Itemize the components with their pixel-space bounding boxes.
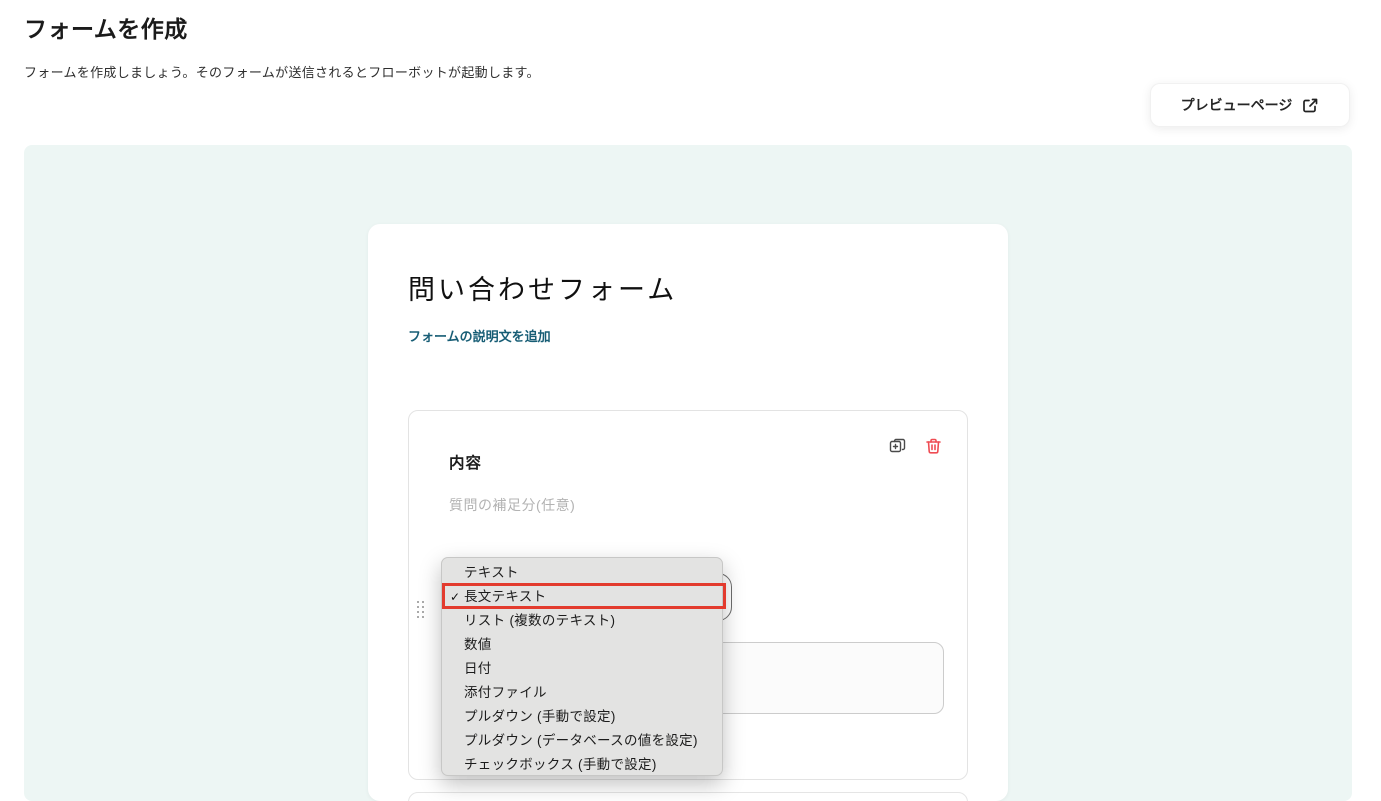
duplicate-question-button[interactable] [887,436,907,456]
dropdown-option[interactable]: プルダウン (手動で設定) [442,705,722,729]
question-supplement-placeholder[interactable]: 質問の補足分(任意) [449,495,575,515]
trash-icon [924,437,943,456]
form-title[interactable]: 問い合わせフォーム [408,268,677,307]
dropdown-option[interactable]: リスト (複数のテキスト) [442,609,722,633]
next-question-card [408,792,968,801]
drag-handle-icon[interactable] [417,601,429,619]
page-title: フォームを作成 [24,16,188,42]
page-subtitle: フォームを作成しましょう。そのフォームが送信されるとフローボットが起動します。 [24,65,540,80]
dropdown-option[interactable]: 添付ファイル [442,681,722,705]
external-link-icon [1302,97,1319,114]
dropdown-option[interactable]: チェックボックス (手動で設定) [442,753,722,777]
add-form-description-link[interactable]: フォームの説明文を追加 [408,326,551,345]
dropdown-option[interactable]: プルダウン (データベースの値を設定) [442,729,722,753]
dropdown-option[interactable]: テキスト [442,561,722,585]
preview-page-button[interactable]: プレビューページ [1150,83,1350,127]
dropdown-option[interactable]: 日付 [442,657,722,681]
dropdown-option[interactable]: ✓ 長文テキスト [442,585,722,609]
delete-question-button[interactable] [923,436,943,456]
duplicate-icon [888,437,907,456]
question-label[interactable]: 内容 [449,451,482,473]
type-dropdown-menu: テキスト ✓ 長文テキスト リスト (複数のテキスト) 数値 日付 添付ファイル… [441,557,726,777]
preview-page-button-label: プレビューページ [1180,97,1293,113]
dropdown-option[interactable]: 数値 [442,633,722,657]
checkmark-icon: ✓ [450,590,461,604]
